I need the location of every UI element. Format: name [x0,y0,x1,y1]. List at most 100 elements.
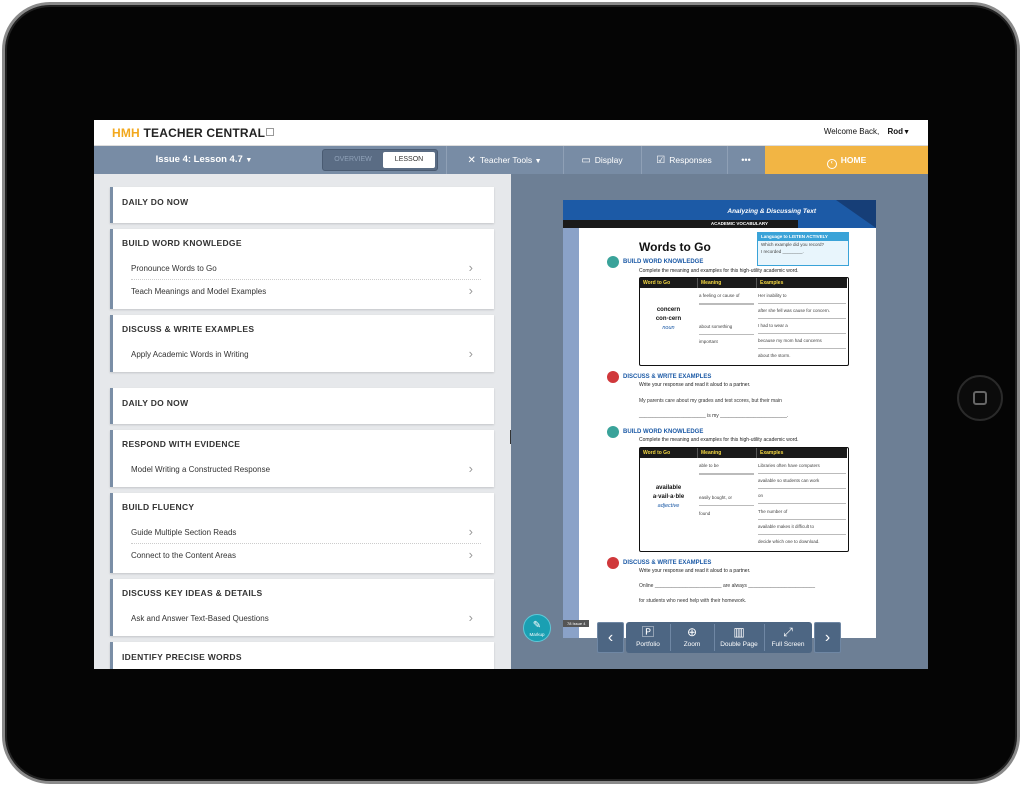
section-item[interactable]: Teach Meanings and Model Examples › [131,281,481,303]
chevron-right-icon: › [468,461,473,476]
teacher-tools-button[interactable]: ✕ Teacher Tools ▼ [446,146,563,174]
section-title: IDENTIFY PRECISE WORDS [122,652,242,662]
next-page-button[interactable]: › [814,622,841,653]
discuss-icon [607,371,619,383]
lesson-section-card: DISCUSS & WRITE EXAMPLES Apply Academic … [110,315,494,372]
section-heading: DISCUSS & WRITE EXAMPLES [607,371,711,383]
logo-box-icon [266,128,275,136]
monitor-icon: ▭ [581,155,591,166]
app-logo[interactable]: HMH TEACHER CENTRAL [112,126,275,140]
caret-down-icon: ▼ [903,129,910,136]
section-item[interactable]: Connect to the Content Areas › [131,545,481,567]
portfolio-icon: 🄿 [641,625,654,639]
zoom-button[interactable]: ⊕ Zoom [670,622,714,653]
chevron-right-icon: › [468,547,473,562]
previous-page-button[interactable]: ‹ [597,622,624,653]
checkbox-icon: ☑ [656,155,666,166]
section-item[interactable]: Model Writing a Constructed Response › [131,459,481,481]
lesson-section-card: BUILD FLUENCY Guide Multiple Section Rea… [110,493,494,573]
nav-bar: Issue 4: Lesson 4.7 ▼ OVERVIEW LESSON ✕ T… [94,146,928,174]
section-heading: BUILD WORD KNOWLEDGE [607,256,703,268]
book-icon: ▥ [733,625,745,639]
document-viewer: Analyzing & Discussing Text ACADEMIC VOC… [511,174,928,669]
section-instructions: Complete the meaning and examples for th… [639,268,799,274]
chevron-right-icon: › [824,629,831,646]
top-bar: HMH TEACHER CENTRAL Welcome Back, Rod▼ [94,120,928,146]
discuss-icon [607,557,619,569]
section-title: DAILY DO NOW [122,398,189,408]
user-menu[interactable]: Rod▼ [888,127,911,136]
home-circle-icon: ‹ [826,159,837,169]
full-screen-button[interactable]: ⤢ Full Screen [764,622,812,653]
page-side-stripe [563,228,579,638]
chevron-right-icon: › [468,283,473,298]
issue-selector[interactable]: Issue 4: Lesson 4.7 ▼ [94,146,314,174]
tools-icon: ✕ [467,155,476,166]
listen-actively-box: Language to LISTEN ACTIVELY Which exampl… [757,232,849,266]
section-instructions: Complete the meaning and examples for th… [639,437,799,443]
student-book-page: Analyzing & Discussing Text ACADEMIC VOC… [563,200,876,638]
writing-prompt-line: Online ________________________ are alwa… [639,583,815,589]
lesson-section-card[interactable]: IDENTIFY PRECISE WORDS [110,642,494,669]
vocab-word: available a·vail·a·ble adjective [652,485,685,509]
writing-prompt-line: for students who need help with their ho… [639,598,747,604]
vocab-word: concern con·cern noun [655,307,682,331]
more-menu-button[interactable]: ••• [727,146,765,174]
tab-lesson[interactable]: LESSON [383,152,435,168]
chevron-right-icon: › [468,610,473,625]
section-title: RESPOND WITH EVIDENCE [122,439,241,449]
display-button[interactable]: ▭ Display [563,146,641,174]
lesson-outline-panel: DAILY DO NOW BUILD WORD KNOWLEDGE Pronou… [94,174,511,669]
writing-prompt-line: ________________________ is my _________… [639,413,789,419]
lesson-section-card[interactable]: DAILY DO NOW [110,388,494,424]
viewer-toolbar: 🄿 Portfolio ⊕ Zoom ▥ Double Page ⤢ Full Scre… [626,622,812,653]
app-screen: HMH TEACHER CENTRAL Welcome Back, Rod▼ I… [94,120,928,669]
section-instructions: Write your response and read it aloud to… [639,568,751,574]
chevron-right-icon: › [468,524,473,539]
vocabulary-table: Word to Go Meaning Examples concern con·c… [639,277,849,366]
welcome-area: Welcome Back, Rod▼ [824,127,910,136]
page-band-title: Analyzing & Discussing Text [727,208,816,215]
word-knowledge-icon [607,256,619,268]
responses-button[interactable]: ☑ Responses [641,146,727,174]
home-button[interactable]: ‹ HOME [765,146,928,174]
section-item[interactable]: Guide Multiple Section Reads › [131,522,481,544]
section-title: DISCUSS & WRITE EXAMPLES [122,324,255,334]
magnifier-icon: ⊕ [686,625,698,639]
chevron-right-icon: › [468,346,473,361]
tab-overview[interactable]: OVERVIEW [325,152,381,168]
vocabulary-table: Word to Go Meaning Examples available a·v… [639,447,849,552]
lesson-section-card: BUILD WORD KNOWLEDGE Pronounce Words to … [110,229,494,309]
section-item[interactable]: Ask and Answer Text-Based Questions › [131,608,481,630]
view-toggle: OVERVIEW LESSON [322,149,438,171]
word-knowledge-icon [607,426,619,438]
caret-down-icon: ▼ [534,158,542,165]
markup-button[interactable]: ✎ [523,614,551,642]
page-title: Words to Go [639,240,711,254]
pencil-icon: ✎ [532,620,542,631]
section-item[interactable]: Pronounce Words to Go › [131,258,481,280]
caret-down-icon: ▼ [245,157,253,164]
chevron-left-icon: ‹ [607,629,614,646]
section-title: DAILY DO NOW [122,197,189,207]
section-title: BUILD FLUENCY [122,502,195,512]
page-number: 78 Issue 4 [563,620,590,627]
section-heading: DISCUSS & WRITE EXAMPLES [607,557,711,569]
chevron-right-icon: › [468,260,473,275]
expand-icon: ⤢ [783,625,793,639]
markup-label: Markup [529,632,545,637]
section-title: BUILD WORD KNOWLEDGE [122,238,242,248]
lesson-section-card: DISCUSS KEY IDEAS & DETAILS Ask and Answ… [110,579,494,636]
lesson-section-card: RESPOND WITH EVIDENCE Model Writing a Co… [110,430,494,487]
page-header-band: Analyzing & Discussing Text ACADEMIC VOC… [563,200,876,228]
page-band-subtitle: ACADEMIC VOCABULARY [563,220,798,228]
welcome-text: Welcome Back, [823,127,880,136]
double-page-button[interactable]: ▥ Double Page [714,622,764,653]
section-item[interactable]: Apply Academic Words in Writing › [131,344,481,366]
lesson-section-card[interactable]: DAILY DO NOW [110,187,494,223]
section-instructions: Write your response and read it aloud to… [639,382,751,388]
tablet-home-button[interactable] [957,375,1003,421]
portfolio-button[interactable]: 🄿 Portfolio [626,622,670,653]
section-heading: BUILD WORD KNOWLEDGE [607,426,703,438]
section-title: DISCUSS KEY IDEAS & DETAILS [122,588,263,598]
